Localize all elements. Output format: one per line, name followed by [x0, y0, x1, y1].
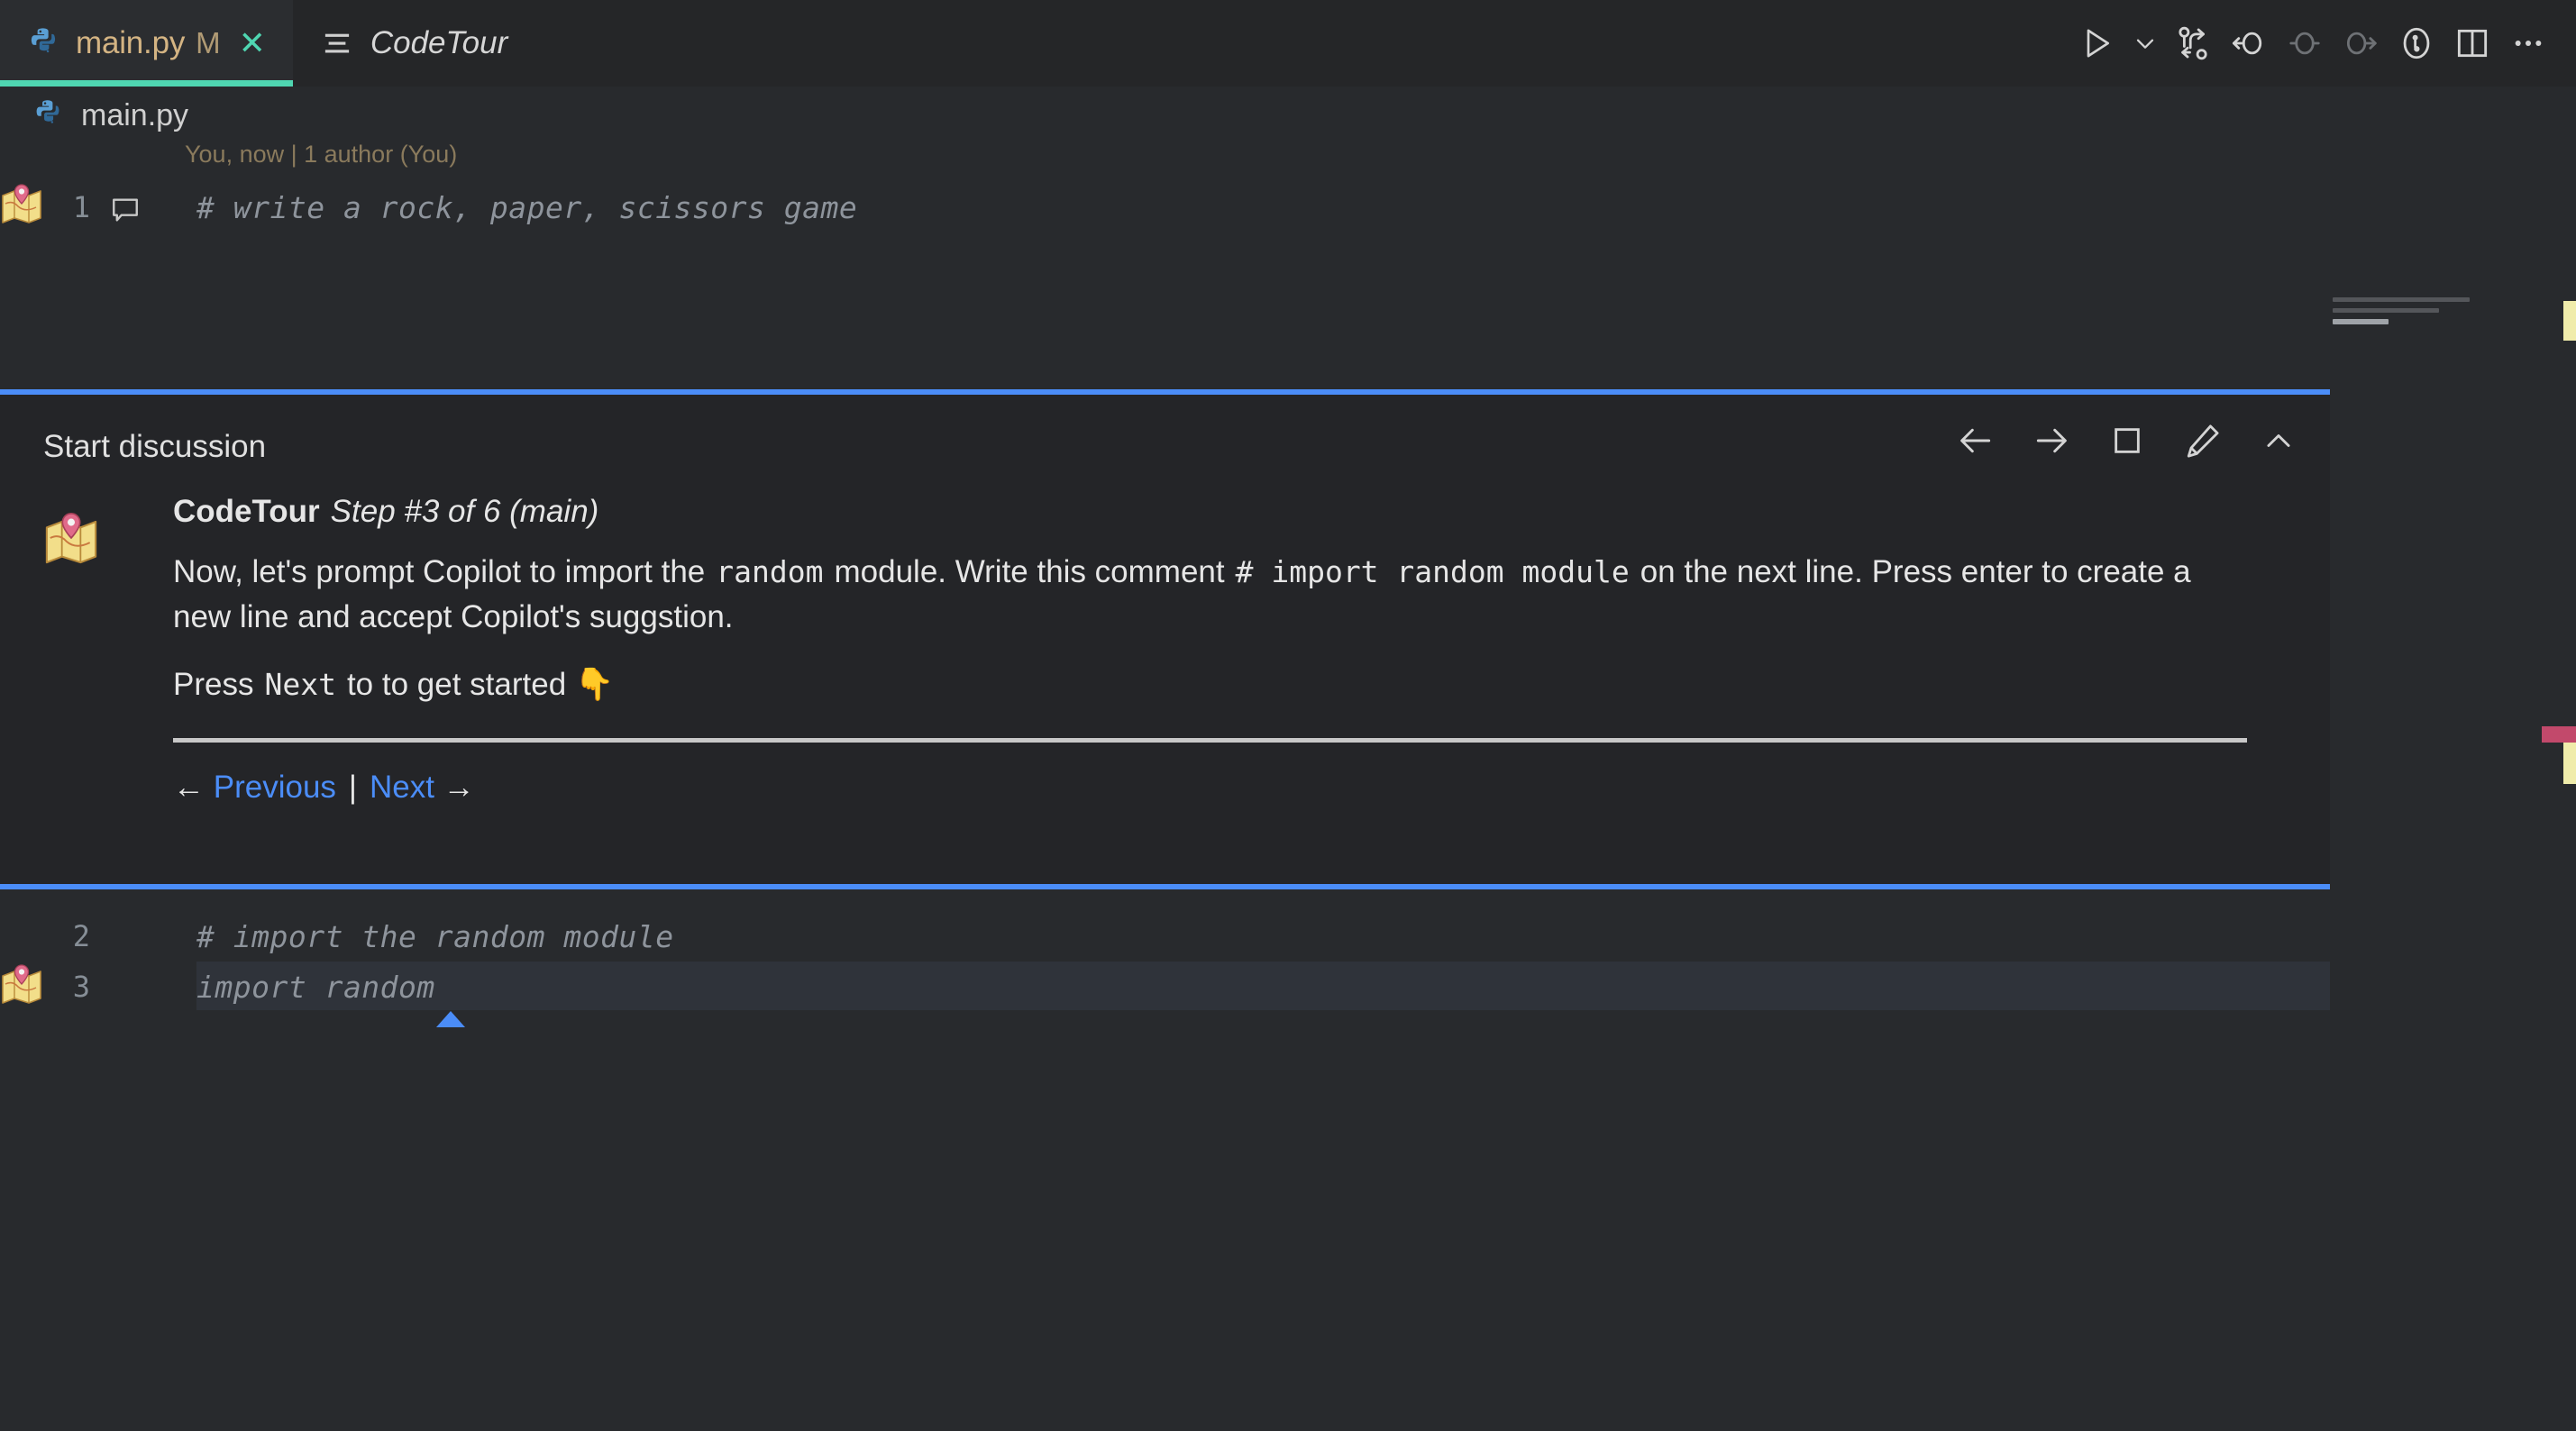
line-content: # write a rock, paper, scissors game: [196, 189, 858, 225]
inline-code-random: random: [716, 554, 824, 589]
go-stay-button[interactable]: [2277, 15, 2333, 71]
chevron-up-icon: [2261, 424, 2296, 462]
line-number: 2: [72, 919, 90, 953]
next-arrow-glyph: →: [443, 770, 475, 806]
git-blame-annotation: You, now | 1 author (You): [185, 141, 458, 168]
editor-line-3[interactable]: 3 import random: [0, 962, 2576, 1012]
beaker-clock-icon: [2398, 24, 2435, 62]
minimap-line: [2333, 308, 2439, 313]
go-forward-button[interactable]: [2333, 15, 2389, 71]
source-control-compare-button[interactable]: [2165, 15, 2221, 71]
comment-thread-icon[interactable]: [110, 195, 141, 230]
press-label: Press: [173, 667, 254, 703]
ellipsis-icon: [2510, 25, 2546, 61]
arrow-left-icon: [1956, 421, 1996, 465]
edit-step-button[interactable]: [2175, 415, 2231, 470]
split-editor-icon: [2454, 25, 2490, 61]
get-started-label: to to get started 👇: [346, 667, 615, 703]
comment-step-meta: Step #3 of 6 (main): [330, 494, 599, 529]
tab-codetour[interactable]: CodeTour: [292, 0, 544, 87]
inline-code-next: Next: [264, 667, 336, 703]
codetour-comment-panel: Start discussion CodeTour Step #3 of 6 (…: [0, 389, 2330, 889]
line-number: 3: [72, 970, 90, 1004]
tab-label: CodeTour: [370, 25, 508, 60]
inline-suggestion-marker[interactable]: [436, 1011, 465, 1027]
lines-icon: [324, 30, 351, 57]
highlight-mark: [2542, 726, 2576, 743]
pencil-icon: [2184, 422, 2222, 464]
close-icon[interactable]: ✕: [239, 27, 266, 59]
breadcrumb[interactable]: main.py: [32, 90, 188, 141]
nav-separator: |: [348, 770, 357, 806]
next-link[interactable]: Next: [370, 770, 434, 806]
minimap-line: [2333, 297, 2470, 302]
split-editor-button[interactable]: [2444, 15, 2500, 71]
tab-main-py[interactable]: main.py M ✕: [0, 0, 293, 87]
modified-mark-2: [2563, 743, 2576, 784]
python-icon: [32, 98, 67, 132]
python-icon: [27, 26, 61, 60]
line-content: # import the random module: [196, 918, 674, 954]
tab-dirty-badge: M: [196, 26, 221, 59]
comment-meta: CodeTour Step #3 of 6 (main): [173, 494, 2294, 530]
circle-dash-icon: [2286, 24, 2324, 62]
paragraph-text-part-3: on the next line.: [1640, 554, 1863, 589]
stop-square-icon: [2110, 424, 2144, 462]
breadcrumb-path[interactable]: main.py: [81, 98, 188, 133]
line-content: import random: [196, 969, 435, 1005]
editor-toolbar: [2069, 0, 2576, 87]
previous-step-button[interactable]: [1948, 415, 2004, 470]
arrow-right-icon: [2032, 421, 2071, 465]
end-tour-button[interactable]: [2099, 415, 2155, 470]
run-options-dropdown[interactable]: [2125, 15, 2165, 71]
next-step-button[interactable]: [2023, 415, 2079, 470]
comment-content: CodeTour Step #3 of 6 (main) Now, let's p…: [173, 494, 2294, 806]
step-navigation: ← Previous | Next →: [173, 770, 2294, 806]
arrow-circle-left-icon: [2230, 24, 2268, 62]
paragraph-text-part-2: module. Write this comment: [834, 554, 1225, 589]
avatar: [43, 510, 99, 566]
minimap-line: [2333, 319, 2389, 324]
line-number: 1: [72, 190, 90, 224]
panel-actions: [1948, 415, 2307, 470]
tab-label: main.py: [76, 25, 186, 60]
panel-body: CodeTour Step #3 of 6 (main) Now, let's p…: [43, 494, 2294, 806]
comment-paragraph-1: Now, let's prompt Copilot to import the r…: [173, 550, 2246, 639]
minimap[interactable]: [2333, 281, 2522, 389]
editor-line-2[interactable]: 2 # import the random module: [0, 911, 2576, 962]
comment-paragraph-2: Press Next to to get started 👇: [173, 662, 2246, 707]
overview-ruler[interactable]: [2542, 281, 2576, 1431]
previous-link[interactable]: Previous: [214, 770, 336, 806]
comment-author: CodeTour: [173, 494, 320, 529]
code-editor[interactable]: You, now | 1 author (You) 1 # write a ro…: [0, 141, 2576, 1431]
modified-mark: [2563, 301, 2576, 341]
panel-header: Start discussion: [43, 429, 267, 464]
compare-changes-icon: [2174, 24, 2212, 62]
collapse-button[interactable]: [2251, 415, 2307, 470]
chevron-down-icon: [2131, 29, 2160, 58]
previous-arrow-glyph: ←: [173, 770, 205, 806]
divider: [173, 738, 2247, 743]
more-actions-button[interactable]: [2500, 15, 2556, 71]
run-coverage-button[interactable]: [2389, 15, 2444, 71]
inline-code-import-random-module: # import random module: [1235, 554, 1630, 589]
arrow-circle-right-icon: [2342, 24, 2380, 62]
paragraph-text-part-1: Now, let's prompt Copilot to import the: [173, 554, 706, 589]
codetour-map-pin-icon: [43, 513, 99, 570]
run-python-file-button[interactable]: [2069, 15, 2125, 71]
editor-line-1[interactable]: 1 # write a rock, paper, scissors game: [0, 182, 2576, 232]
play-icon: [2079, 25, 2115, 61]
go-back-button[interactable]: [2221, 15, 2277, 71]
